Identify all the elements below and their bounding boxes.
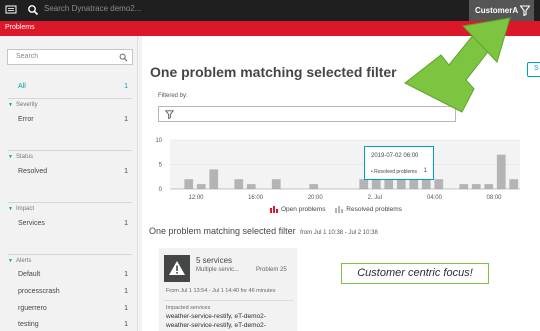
app-window: Search Dynatrace demo2... CustomerA Prob… bbox=[0, 0, 540, 331]
annotation-arrow bbox=[404, 17, 511, 113]
